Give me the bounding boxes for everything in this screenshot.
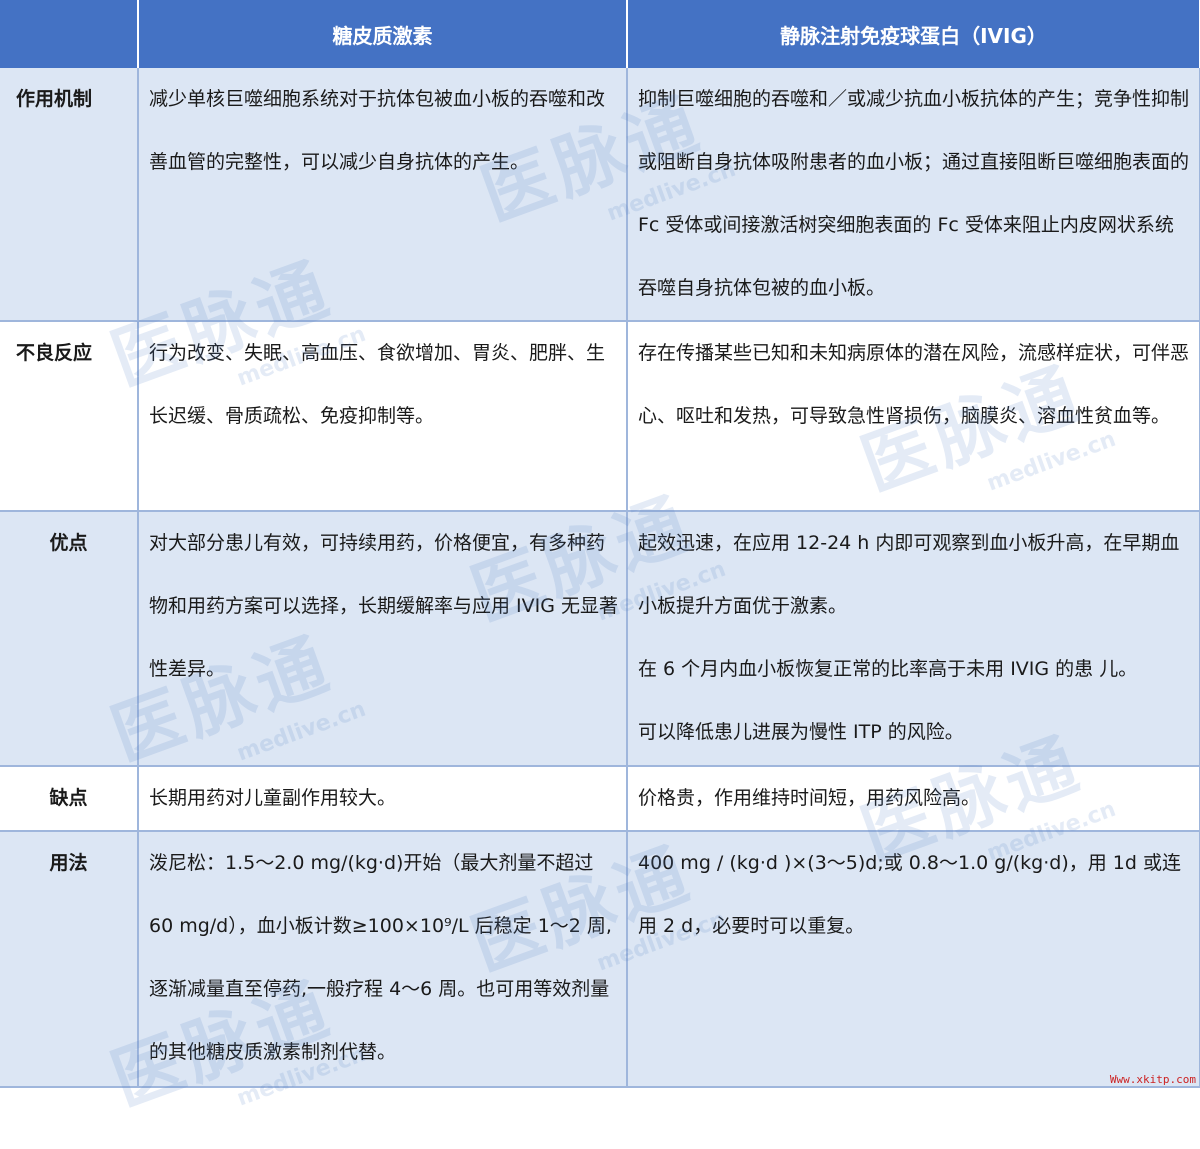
table-row-disadvantages: 缺点 长期用药对儿童副作用较大。 价格贵，作用维持时间短，用药风险高。 [0, 766, 1200, 832]
cell-ivig: 存在传播某些已知和未知病原体的潜在风险，流感样症状，可伴恶心、呕吐和发热，可导致… [627, 321, 1200, 512]
cell-text: 可以降低患儿进展为慢性 ITP 的风险。 [638, 721, 964, 743]
row-label: 用法 [0, 831, 139, 1088]
row-label: 缺点 [0, 766, 139, 832]
cell-ivig: 400 mg / (kg·d )×(3～5)d;或 0.8～1.0 g/(kg·… [627, 831, 1200, 1088]
cell-text: 减少单核巨噬细胞系统对于抗体包被血小板的吞噬和改善血管的完整性，可以减少自身抗体… [149, 88, 606, 173]
table-row-mechanism: 作用机制 减少单核巨噬细胞系统对于抗体包被血小板的吞噬和改善血管的完整性，可以减… [0, 68, 1200, 322]
header-ivig: 静脉注射免疫球蛋白（IVIG） [627, 0, 1200, 68]
row-label: 优点 [0, 511, 139, 767]
row-label: 作用机制 [0, 68, 139, 322]
cell-ivig: 价格贵，作用维持时间短，用药风险高。 [627, 766, 1200, 832]
table-header-row: 糖皮质激素 静脉注射免疫球蛋白（IVIG） [0, 0, 1200, 68]
header-corner-cell [0, 0, 139, 68]
cell-text: 在 6 个月内血小板恢复正常的比率高于未用 IVIG 的患 儿。 [638, 658, 1138, 680]
cell-text: 抑制巨噬细胞的吞噬和／或减少抗血小板抗体的产生；竞争性抑制或阻断自身抗体吸附患者… [638, 88, 1190, 299]
footer-url: Www.xkitp.com [1109, 1073, 1196, 1086]
cell-glucocorticoid: 泼尼松：1.5～2.0 mg/(kg·d)开始（最大剂量不超过 60 mg/d）… [138, 831, 628, 1088]
cell-glucocorticoid: 行为改变、失眠、高血压、食欲增加、胃炎、肥胖、生长迟缓、骨质疏松、免疫抑制等。 [138, 321, 628, 512]
cell-text: 存在传播某些已知和未知病原体的潜在风险，流感样症状，可伴恶心、呕吐和发热，可导致… [638, 342, 1190, 427]
table-row-usage: 用法 泼尼松：1.5～2.0 mg/(kg·d)开始（最大剂量不超过 60 mg… [0, 831, 1200, 1088]
table-row-advantages: 优点 对大部分患儿有效，可持续用药，价格便宜，有多种药物和用药方案可以选择，长期… [0, 511, 1200, 767]
cell-ivig: 起效迅速，在应用 12-24 h 内即可观察到血小板升高，在早期血小板提升方面优… [627, 511, 1200, 767]
table-row-adverse-reactions: 不良反应 行为改变、失眠、高血压、食欲增加、胃炎、肥胖、生长迟缓、骨质疏松、免疫… [0, 321, 1200, 512]
header-glucocorticoid: 糖皮质激素 [138, 0, 628, 68]
cell-glucocorticoid: 长期用药对儿童副作用较大。 [138, 766, 628, 832]
cell-text: 泼尼松：1.5～2.0 mg/(kg·d)开始（最大剂量不超过 60 mg/d）… [149, 852, 612, 1063]
cell-text: 行为改变、失眠、高血压、食欲增加、胃炎、肥胖、生长迟缓、骨质疏松、免疫抑制等。 [149, 342, 606, 427]
cell-text: 价格贵，作用维持时间短，用药风险高。 [638, 787, 981, 809]
cell-ivig: 抑制巨噬细胞的吞噬和／或减少抗血小板抗体的产生；竞争性抑制或阻断自身抗体吸附患者… [627, 68, 1200, 322]
cell-glucocorticoid: 对大部分患儿有效，可持续用药，价格便宜，有多种药物和用药方案可以选择，长期缓解率… [138, 511, 628, 767]
cell-text: 对大部分患儿有效，可持续用药，价格便宜，有多种药物和用药方案可以选择，长期缓解率… [149, 532, 619, 680]
comparison-table: 糖皮质激素 静脉注射免疫球蛋白（IVIG） 作用机制 减少单核巨噬细胞系统对于抗… [0, 0, 1200, 1088]
cell-text: 长期用药对儿童副作用较大。 [149, 787, 397, 809]
row-label: 不良反应 [0, 321, 139, 512]
cell-text: 起效迅速，在应用 12-24 h 内即可观察到血小板升高，在早期血小板提升方面优… [638, 532, 1180, 617]
cell-glucocorticoid: 减少单核巨噬细胞系统对于抗体包被血小板的吞噬和改善血管的完整性，可以减少自身抗体… [138, 68, 628, 322]
cell-text: 400 mg / (kg·d )×(3～5)d;或 0.8～1.0 g/(kg·… [638, 852, 1181, 937]
